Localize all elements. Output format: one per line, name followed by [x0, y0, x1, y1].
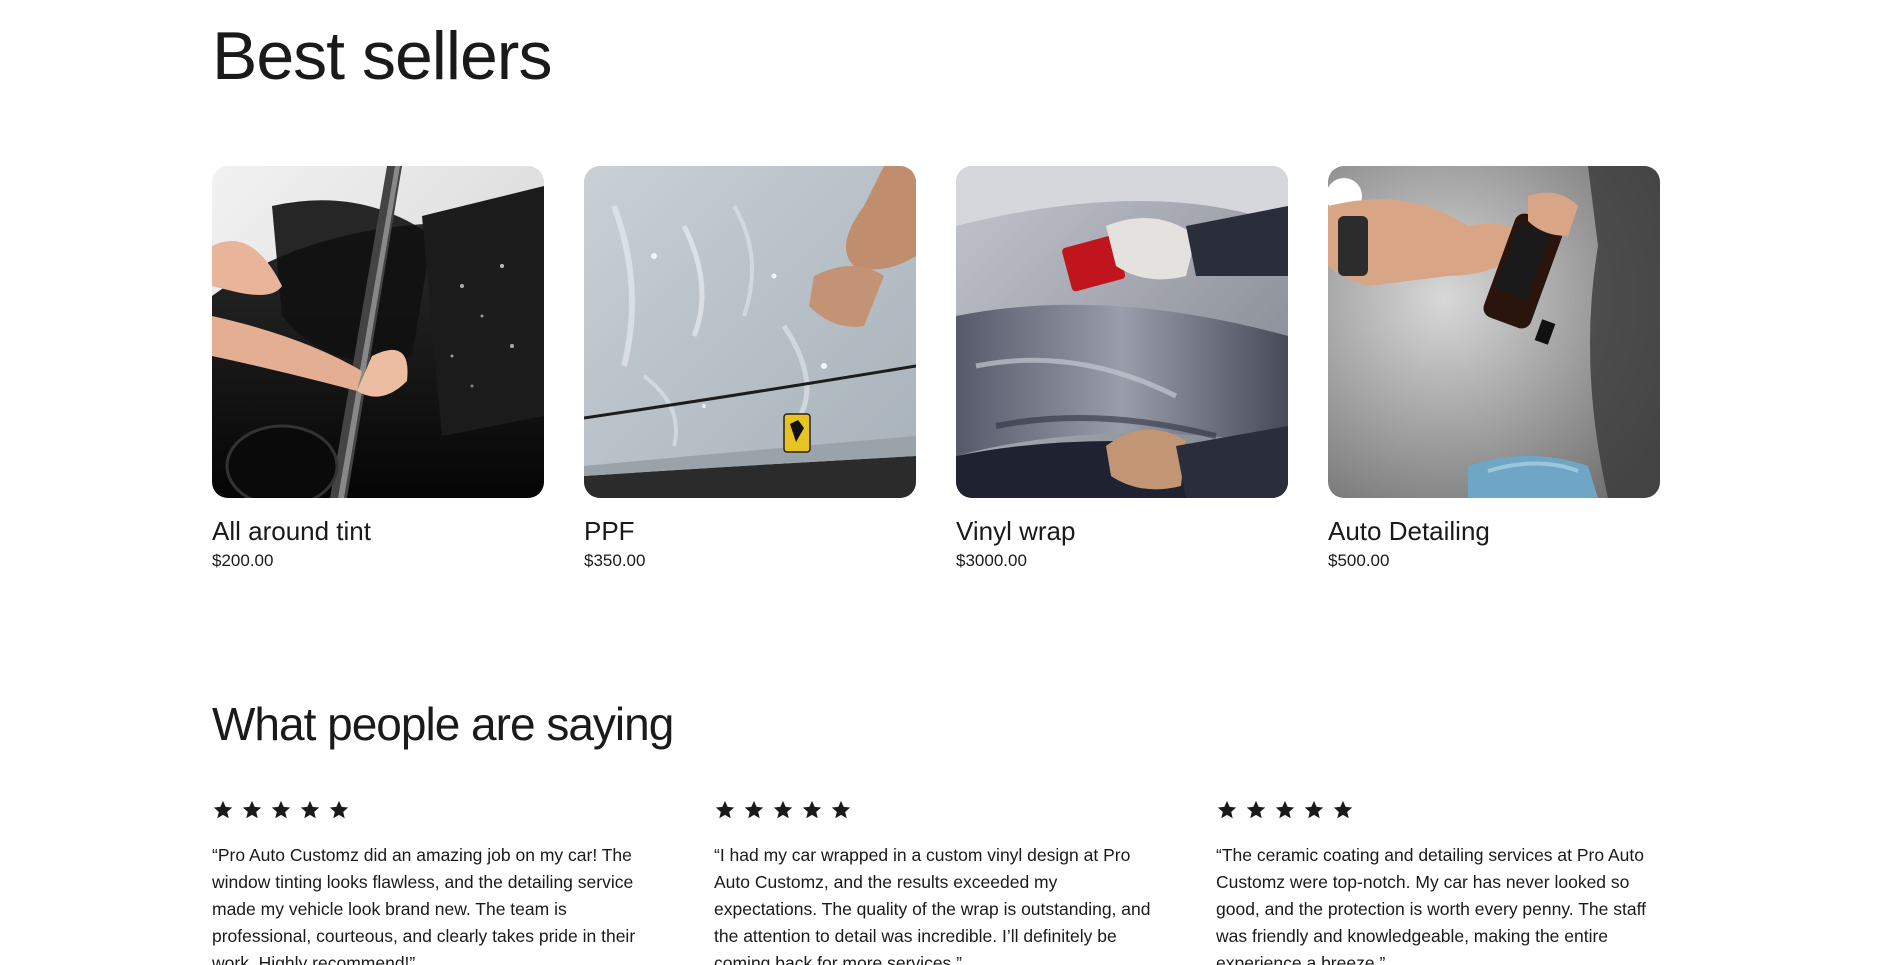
product-price: $3000.00 — [956, 551, 1027, 570]
testimonials-list: “Pro Auto Customz did an amazing job on … — [212, 796, 1692, 965]
product-name[interactable]: PPF — [584, 516, 916, 546]
star-icon — [242, 800, 262, 819]
page: Best sellers All around tint $200.00 PPF… — [0, 0, 1883, 965]
product-price: $200.00 — [212, 551, 274, 570]
star-rating — [1216, 796, 1656, 824]
product-name[interactable]: All around tint — [212, 516, 544, 546]
star-icon — [1333, 800, 1353, 819]
window-tint-photo[interactable] — [212, 166, 544, 498]
star-icon — [773, 800, 793, 819]
product-card-ppf[interactable]: PPF $350.00 — [584, 166, 916, 572]
testimonial-card: “Pro Auto Customz did an amazing job on … — [212, 796, 652, 965]
product-price: $350.00 — [584, 551, 646, 570]
star-icon — [1217, 800, 1237, 819]
star-icon — [1275, 800, 1295, 819]
product-card-auto-detailing[interactable]: Auto Detailing $500.00 — [1328, 166, 1660, 572]
star-icon — [1246, 800, 1266, 819]
star-icon — [715, 800, 735, 819]
best-sellers-heading: Best sellers — [212, 18, 552, 94]
product-card-vinyl-wrap[interactable]: Vinyl wrap $3000.00 — [956, 166, 1288, 572]
ceramic-coating-photo[interactable] — [1328, 166, 1660, 498]
star-icon — [802, 800, 822, 819]
star-icon — [831, 800, 851, 819]
product-price: $500.00 — [1328, 551, 1390, 570]
product-name[interactable]: Auto Detailing — [1328, 516, 1660, 546]
star-icon — [744, 800, 764, 819]
testimonials-heading: What people are saying — [212, 698, 674, 750]
testimonial-text: “The ceramic coating and detailing servi… — [1216, 845, 1646, 965]
vinyl-wrap-photo[interactable] — [956, 166, 1288, 498]
star-rating — [714, 796, 1154, 824]
star-icon — [329, 800, 349, 819]
product-grid: All around tint $200.00 PPF $350.00 Viny… — [212, 166, 1660, 572]
product-name[interactable]: Vinyl wrap — [956, 516, 1288, 546]
testimonial-card: “I had my car wrapped in a custom vinyl … — [714, 796, 1154, 965]
star-rating — [212, 796, 652, 824]
star-icon — [213, 800, 233, 819]
product-card-all-around-tint[interactable]: All around tint $200.00 — [212, 166, 544, 572]
star-icon — [271, 800, 291, 819]
star-icon — [300, 800, 320, 819]
star-icon — [1304, 800, 1324, 819]
testimonial-text: “I had my car wrapped in a custom vinyl … — [714, 845, 1151, 965]
paint-protection-film-photo[interactable] — [584, 166, 916, 498]
testimonial-card: “The ceramic coating and detailing servi… — [1216, 796, 1656, 965]
testimonial-text: “Pro Auto Customz did an amazing job on … — [212, 845, 636, 965]
